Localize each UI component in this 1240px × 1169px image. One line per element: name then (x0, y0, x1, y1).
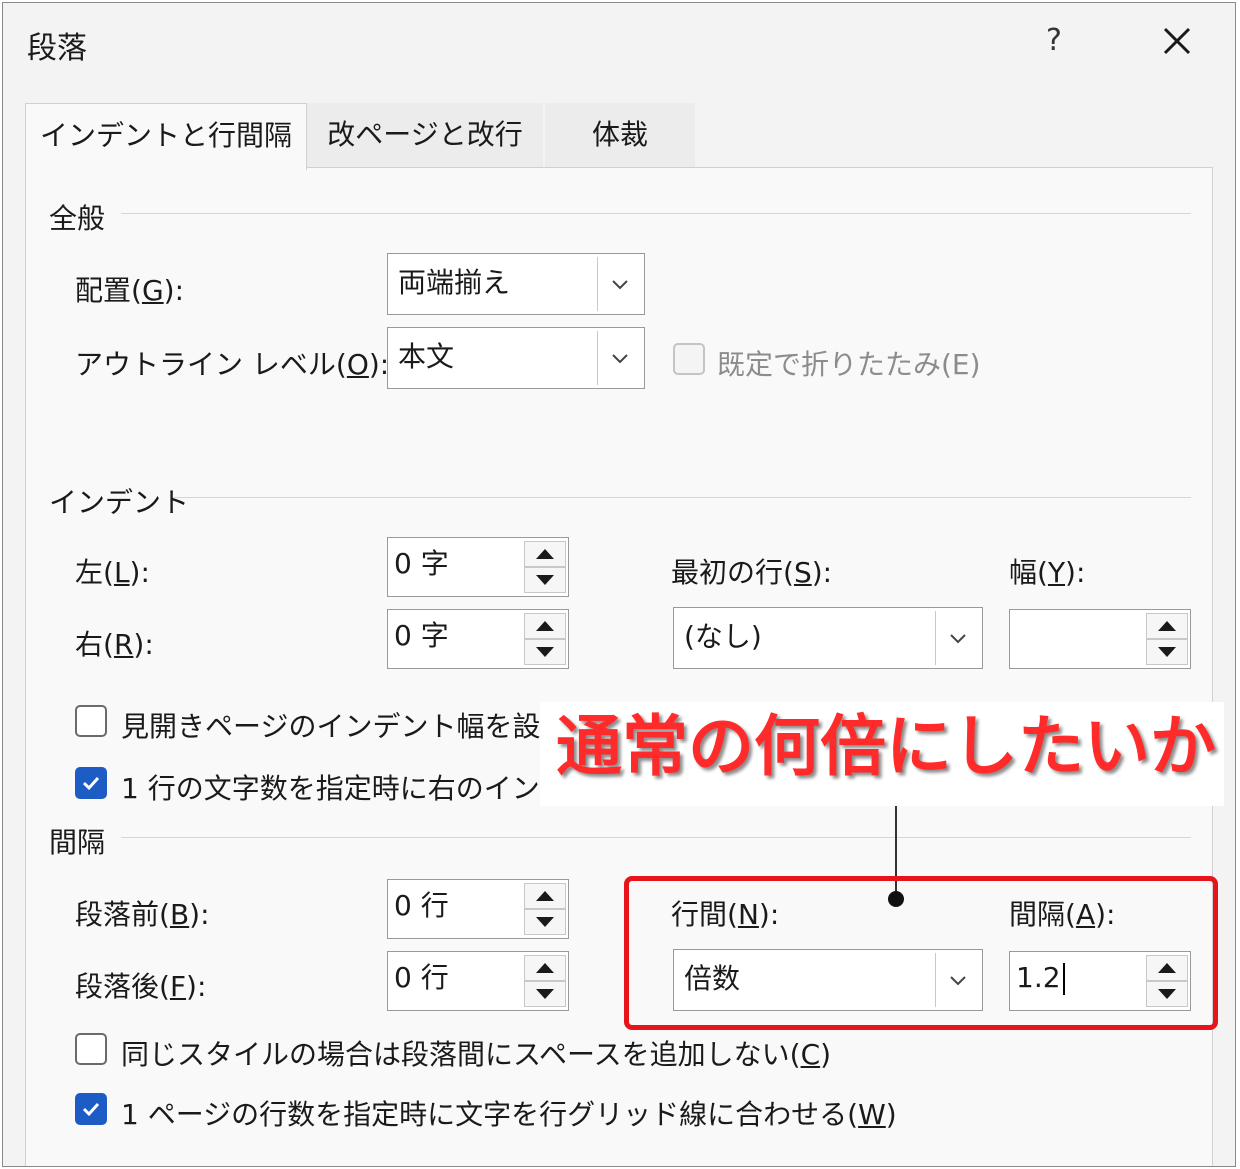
indent-width-label: 幅(Y): (1009, 556, 1086, 589)
general-divider (121, 213, 1191, 214)
chevron-down-icon (597, 257, 642, 311)
tab-asian-typography[interactable]: 体裁 (545, 103, 695, 167)
no-space-same-style-label: 同じスタイルの場合は段落間にスペースを追加しない(C) (121, 1038, 832, 1071)
collapse-label: 既定で折りたたみ(E) (717, 348, 981, 381)
indent-left-value: 0 字 (394, 547, 449, 580)
outline-level-value: 本文 (398, 340, 455, 373)
space-before-down-arrow-icon[interactable] (524, 909, 566, 935)
indent-right-up-arrow-icon[interactable] (524, 613, 566, 639)
tab-indent-spacing[interactable]: インデントと行間隔 (25, 103, 307, 170)
no-space-same-style-checkbox[interactable] (75, 1033, 107, 1065)
annotation-highlight-box (624, 876, 1218, 1030)
snap-to-grid-label: 1 ページの行数を指定時に文字を行グリッド線に合わせる(W) (121, 1098, 897, 1131)
indent-right-label: 右(R): (75, 628, 154, 661)
close-button[interactable] (1153, 17, 1201, 65)
space-after-spinner[interactable]: 0 行 (387, 951, 569, 1011)
space-before-up-arrow-icon[interactable] (524, 883, 566, 909)
indent-left-spinner[interactable]: 0 字 (387, 537, 569, 597)
indent-width-up-arrow-icon[interactable] (1146, 613, 1188, 639)
space-before-value: 0 行 (394, 889, 449, 922)
outline-level-label: アウトライン レベル(O): (75, 348, 390, 381)
outline-level-select[interactable]: 本文 (387, 327, 645, 389)
indent-width-down-arrow-icon[interactable] (1146, 639, 1188, 665)
auto-adjust-label: 1 行の文字数を指定時に右のイン (121, 772, 540, 805)
collapse-checkbox[interactable] (673, 343, 705, 375)
checkmark-icon (82, 776, 100, 791)
first-line-label: 最初の行(S): (671, 556, 833, 589)
indent-left-label: 左(L): (75, 556, 150, 589)
indent-right-down-arrow-icon[interactable] (524, 639, 566, 665)
checkmark-icon (82, 1102, 100, 1117)
mirror-indents-checkbox[interactable] (75, 705, 107, 737)
general-heading: 全般 (49, 202, 106, 235)
chevron-down-icon (597, 331, 642, 385)
indent-left-down-arrow-icon[interactable] (524, 567, 566, 593)
chevron-down-icon (935, 611, 980, 665)
alignment-value: 両端揃え (398, 266, 511, 299)
alignment-label: 配置(G): (75, 274, 184, 307)
space-before-spinner[interactable]: 0 行 (387, 879, 569, 939)
dialog-title: 段落 (27, 31, 87, 66)
alignment-select[interactable]: 両端揃え (387, 253, 645, 315)
close-icon (1163, 27, 1191, 55)
snap-to-grid-checkbox[interactable] (75, 1093, 107, 1125)
title-bar: 段落 ? (3, 3, 1235, 91)
spacing-heading: 間隔 (49, 826, 106, 859)
indent-divider (173, 497, 1191, 498)
space-before-label: 段落前(B): (75, 898, 210, 931)
space-after-value: 0 行 (394, 961, 449, 994)
space-after-up-arrow-icon[interactable] (524, 955, 566, 981)
annotation-callout: 通常の何倍にしたいか (556, 708, 1216, 785)
indent-left-up-arrow-icon[interactable] (524, 541, 566, 567)
indent-right-spinner[interactable]: 0 字 (387, 609, 569, 669)
indent-heading: インデント (49, 486, 190, 519)
space-after-down-arrow-icon[interactable] (524, 981, 566, 1007)
auto-adjust-checkbox[interactable] (75, 767, 107, 799)
help-button[interactable]: ? (1046, 23, 1062, 58)
mirror-indents-label: 見開きページのインデント幅を設定 (121, 710, 569, 743)
first-line-select[interactable]: (なし) (673, 607, 983, 669)
first-line-value: (なし) (684, 620, 762, 653)
space-after-label: 段落後(F): (75, 970, 207, 1003)
tab-line-page-breaks[interactable]: 改ページと改行 (307, 103, 543, 167)
spacing-divider (121, 837, 1191, 838)
indent-right-value: 0 字 (394, 619, 449, 652)
indent-width-spinner[interactable] (1009, 609, 1191, 669)
